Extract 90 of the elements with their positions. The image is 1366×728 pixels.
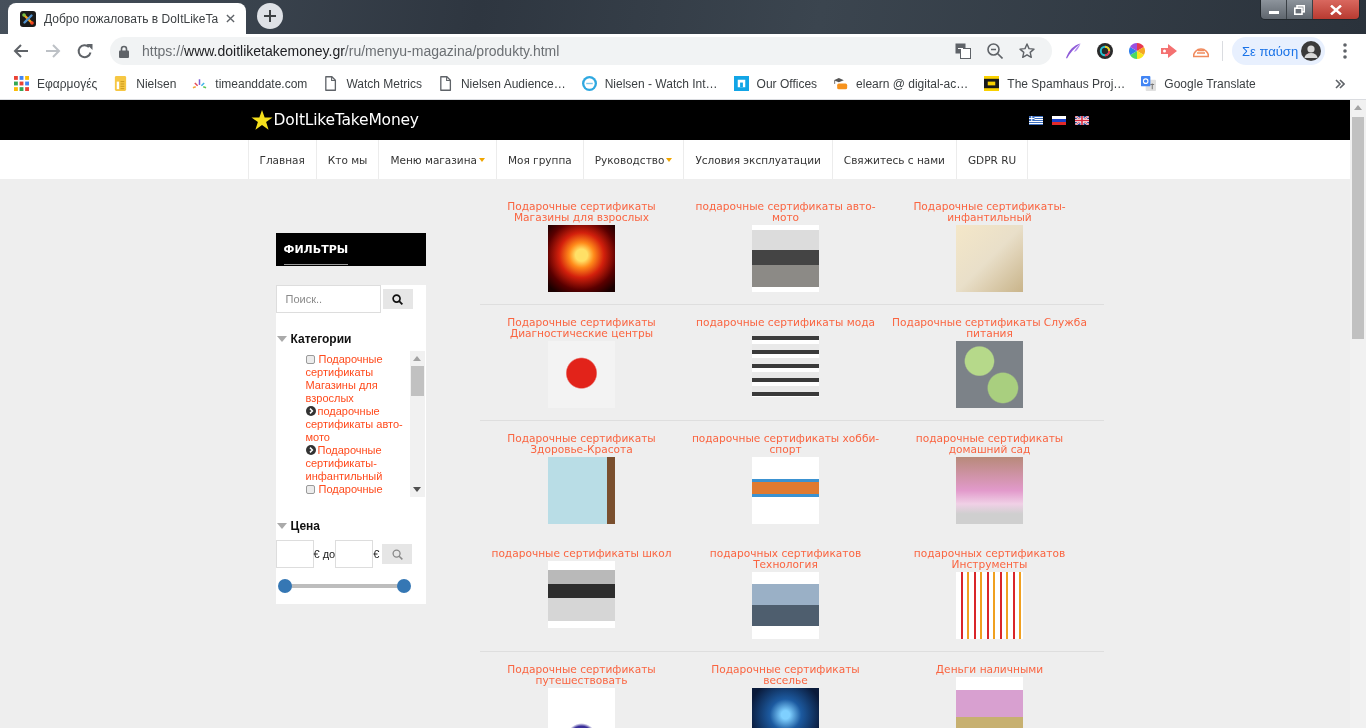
nav-link[interactable]: Главная [247,140,317,179]
bookmark[interactable]: Εφαρμογές [6,70,106,97]
price-max-field[interactable] [335,540,374,568]
tile-icon [984,76,1000,91]
zoom-out-icon[interactable] [987,43,1003,59]
photo-placeholder[interactable] [752,572,819,639]
reload-icon [77,43,93,59]
categories-toggle[interactable]: Категории [275,331,426,346]
site-favicon-icon [20,10,36,27]
minimize-button[interactable] [1261,0,1287,19]
document-icon [113,76,129,91]
browser-tab[interactable]: Добро пожаловать в DoItLikeTa [8,3,246,34]
nav-link[interactable]: Моя группа [497,140,584,179]
nav-link[interactable]: GDPR RU [956,140,1029,179]
graduation-cap-icon [833,76,849,91]
bookmark[interactable]: elearn @ digital-ac… [825,70,977,97]
plus-icon [264,10,276,22]
restore-button[interactable] [1287,0,1313,19]
slider-handle[interactable] [277,579,292,593]
scrollbar[interactable] [409,351,425,497]
photo-placeholder[interactable] [548,561,615,628]
uk-flag-icon[interactable] [1074,115,1089,125]
restore-icon [1294,4,1305,15]
bookmark[interactable]: Nielsen [105,70,185,97]
bookmark[interactable]: Nielsen - Watch Int… [573,70,726,97]
tile-icon [733,76,749,91]
feather-icon[interactable] [1065,43,1081,59]
translate-icon [1141,76,1157,91]
close-icon[interactable] [226,14,235,23]
close-button[interactable] [1313,0,1359,19]
currency-label: € [373,548,380,560]
search-icon [392,293,403,305]
nav-link[interactable]: Кто мы [316,140,380,179]
photo-placeholder[interactable] [548,225,615,292]
menu-icon [1343,43,1347,59]
filters-heading: ФИЛЬТРЫ [275,233,426,266]
address-bar[interactable]: https://www.doitliketakemoney.gr/ru/menyu-magazina/produkty.html [110,37,1052,65]
site-logo[interactable]: DoItLikeTakeMoney [250,109,419,131]
chevron-circle-icon[interactable] [305,406,316,416]
price-toggle[interactable]: Цена [275,518,426,533]
ring-icon[interactable] [1097,43,1113,59]
nav-link[interactable]: Руководство [583,140,685,179]
apps-grid-icon [14,76,29,91]
document-icon [323,76,339,91]
nav-link[interactable]: Меню магазина [379,140,497,179]
search-icon [391,548,403,560]
bookmark[interactable]: Watch Metrics [315,70,430,97]
caret-icon [666,157,673,162]
search-field[interactable]: Поиск.. [275,285,381,313]
search-button[interactable] [382,289,413,309]
star-icon[interactable] [1019,43,1035,59]
minimize-icon [1268,11,1279,14]
greek-flag-icon[interactable] [1028,115,1043,125]
bookmark[interactable]: Our Offices [725,70,826,97]
russian-flag-icon[interactable] [1051,115,1066,125]
chevron-circle-icon[interactable] [305,445,316,455]
nav-link[interactable]: Свяжитесь с нами [832,140,957,179]
circle-icon [581,76,597,91]
nav-link[interactable]: Условия эксплуатации [684,140,833,179]
slider-handle[interactable] [396,579,411,593]
bookmark[interactable]: timeanddate.com [184,70,316,97]
arrow-icon[interactable] [1161,43,1177,59]
checkbox[interactable] [305,485,315,494]
forward-arrow-icon [45,43,61,59]
star-icon [250,109,273,131]
color-wheel-icon[interactable] [1129,43,1145,59]
back-arrow-icon [13,43,29,59]
url-text[interactable]: https://www.doitliketakemoney.gr/ru/menyu-magazina/produkty.html [142,43,560,59]
currency-label: € до [313,548,336,560]
checkbox[interactable] [305,355,315,364]
translate-icon[interactable] [955,43,971,59]
photo-placeholder[interactable] [752,330,819,397]
profile-button[interactable]: Σε παύση [1232,37,1325,65]
avatar-icon [1301,41,1321,61]
scroll-down-arrow-icon[interactable] [413,487,421,492]
bookmark[interactable]: Google Translate [1133,70,1264,97]
lock-icon [119,44,129,58]
caret-icon [479,157,485,162]
bookmark[interactable]: The Spamhaus Proj… [976,70,1134,97]
new-tab-button[interactable] [257,3,283,29]
scrollbar-thumb[interactable] [410,366,424,396]
bookmark[interactable]: Nielsen Audience… [429,70,574,97]
scrollbar-thumb[interactable] [1352,117,1364,339]
document-icon [437,76,453,91]
close-icon [1330,4,1342,15]
double-chevron-icon[interactable] [1335,78,1345,89]
sparkle-icon [192,76,208,91]
price-search-button[interactable] [382,544,413,564]
photo-placeholder[interactable] [752,225,819,292]
price-min-field[interactable] [275,540,314,568]
